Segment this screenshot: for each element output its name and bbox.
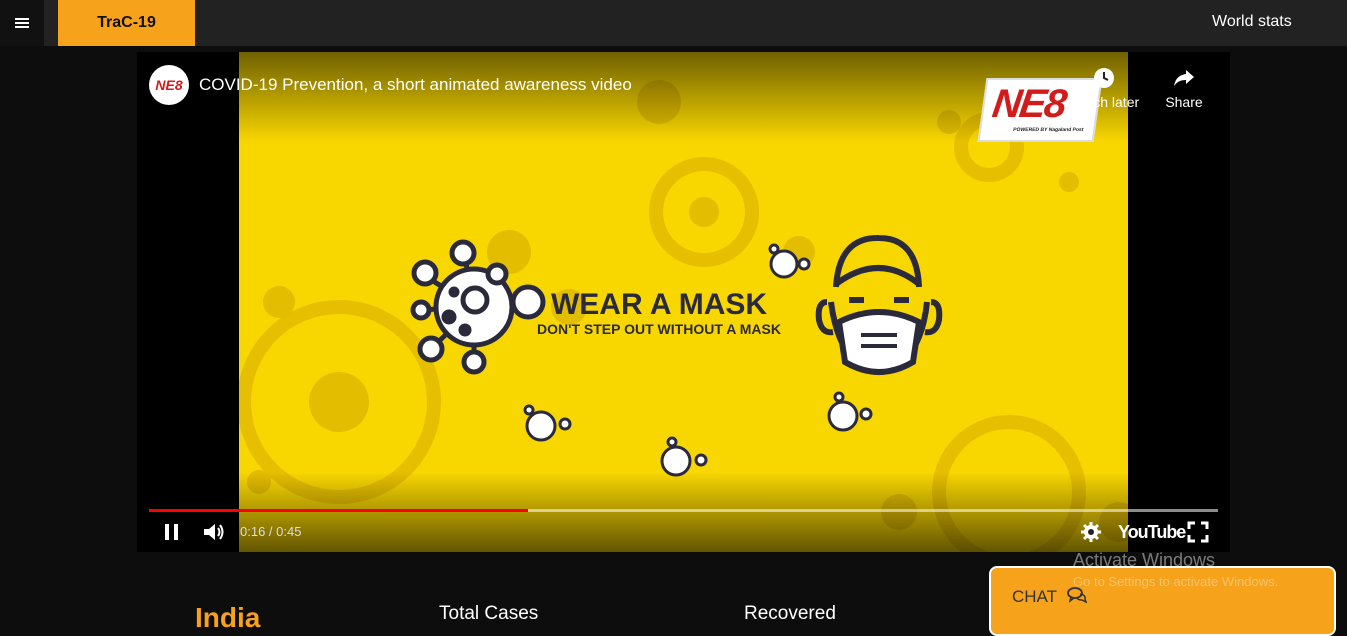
video-heading: WEAR A MASK (551, 288, 767, 321)
video-progress-bar[interactable] (149, 509, 1218, 512)
fullscreen-icon (1187, 521, 1209, 543)
hamburger-menu-button[interactable] (0, 0, 44, 46)
share-button[interactable]: Share (1144, 66, 1224, 110)
top-navbar: TraC-19 World stats (0, 0, 1347, 46)
gear-icon (1081, 522, 1101, 542)
activate-windows-title: Activate Windows (1073, 550, 1216, 570)
settings-button[interactable] (1080, 520, 1102, 544)
volume-button[interactable] (201, 520, 227, 544)
youtube-logo[interactable]: YouTube (1118, 522, 1186, 543)
watch-later-button[interactable]: Watch later (1064, 66, 1144, 110)
video-subheading: DON'T STEP OUT WITHOUT A MASK (537, 321, 781, 337)
activate-windows-subtitle: Go to Settings to activate Windows. (1073, 574, 1279, 589)
total-cases-label: Total Cases (439, 603, 539, 624)
world-stats-link[interactable]: World stats (1212, 13, 1292, 31)
brand-logo[interactable]: TraC-19 (58, 0, 195, 46)
volume-icon (204, 524, 224, 540)
country-name: India (195, 602, 261, 633)
recovered-label: Recovered (744, 603, 836, 624)
video-title[interactable]: COVID-19 Prevention, a short animated aw… (199, 75, 632, 95)
channel-avatar[interactable]: NE8 (149, 65, 189, 105)
chat-label: CHAT (1012, 587, 1058, 606)
youtube-video-player[interactable]: WEAR A MASK DON'T STEP OUT WITHOUT A MAS… (137, 52, 1230, 552)
share-arrow-icon (1174, 70, 1194, 86)
bottom-gradient (137, 472, 1230, 552)
menu-icon (15, 18, 29, 28)
pause-icon (165, 524, 178, 540)
clock-icon (1094, 68, 1114, 88)
fullscreen-button[interactable] (1187, 520, 1209, 544)
progress-played (149, 509, 529, 512)
time-display: 0:16 / 0:45 (240, 524, 302, 539)
pause-button[interactable] (161, 520, 183, 544)
